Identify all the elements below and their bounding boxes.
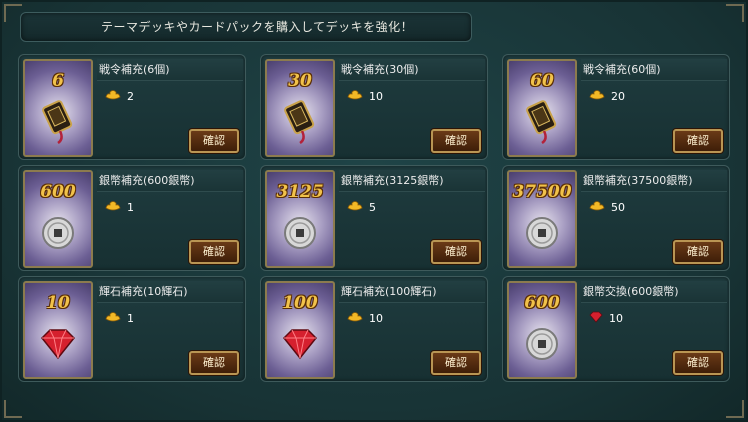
- item-thumbnail: 37500: [507, 170, 577, 268]
- item-thumbnail: 100: [265, 281, 335, 379]
- shop-item-card: 600 銀幣補充(600銀幣) 1 確認: [18, 165, 246, 271]
- item-price: 20: [589, 87, 625, 105]
- item-title: 銀幣補充(37500銀幣): [581, 170, 727, 192]
- shop-panel: テーマデッキやカードパックを購入してデッキを強化！ 6 戦令補充(6個) 2 確…: [0, 0, 748, 422]
- confirm-button[interactable]: 確認: [189, 240, 239, 264]
- item-quantity: 3125: [276, 182, 324, 202]
- confirm-button[interactable]: 確認: [189, 129, 239, 153]
- shop-item-card: 600 銀幣交換(600銀幣) 10 確認: [502, 276, 730, 382]
- shop-item-card: 100 輝石補充(100輝石) 10 確認: [260, 276, 488, 382]
- item-thumbnail: 600: [23, 170, 93, 268]
- item-title: 銀幣補充(600銀幣): [97, 170, 243, 192]
- item-title: 輝石補充(10輝石): [97, 281, 243, 303]
- confirm-button[interactable]: 確認: [431, 240, 481, 264]
- item-thumbnail: 3125: [265, 170, 335, 268]
- gold-ingot-icon: [347, 200, 363, 215]
- gold-ingot-icon: [105, 89, 121, 104]
- item-quantity: 37500: [512, 182, 572, 202]
- item-quantity: 100: [282, 293, 318, 313]
- item-quantity: 60: [530, 71, 554, 91]
- shop-item-card: 30 戦令補充(30個) 10 確認: [260, 54, 488, 160]
- red-gem-icon: [267, 317, 333, 371]
- item-price: 1: [105, 309, 134, 327]
- gold-ingot-icon: [589, 200, 605, 215]
- gold-ingot-icon: [347, 311, 363, 326]
- confirm-button[interactable]: 確認: [431, 129, 481, 153]
- item-quantity: 6: [52, 71, 64, 91]
- shop-item-card: 60 戦令補充(60個) 20 確認: [502, 54, 730, 160]
- shop-item-card: 3125 銀幣補充(3125銀幣) 5 確認: [260, 165, 488, 271]
- item-thumbnail: 60: [507, 59, 577, 157]
- price-value: 50: [611, 200, 625, 214]
- red-gem-icon: [25, 317, 91, 371]
- item-title: 輝石補充(100輝石): [339, 281, 485, 303]
- item-title: 戦令補充(30個): [339, 59, 485, 81]
- price-value: 1: [127, 311, 134, 325]
- gold-ingot-icon: [105, 200, 121, 215]
- confirm-button[interactable]: 確認: [189, 351, 239, 375]
- item-title: 銀幣補充(3125銀幣): [339, 170, 485, 192]
- item-title: 銀幣交換(600銀幣): [581, 281, 727, 303]
- item-quantity: 600: [40, 182, 76, 202]
- shop-item-card: 6 戦令補充(6個) 2 確認: [18, 54, 246, 160]
- price-value: 10: [369, 311, 383, 325]
- war-token-icon: [509, 95, 575, 149]
- gold-ingot-icon: [589, 89, 605, 104]
- shop-banner: テーマデッキやカードパックを購入してデッキを強化！: [20, 12, 472, 42]
- price-value: 2: [127, 89, 134, 103]
- item-title: 戦令補充(6個): [97, 59, 243, 81]
- confirm-button[interactable]: 確認: [673, 351, 723, 375]
- silver-coin-icon: [25, 206, 91, 260]
- price-value: 1: [127, 200, 134, 214]
- item-thumbnail: 6: [23, 59, 93, 157]
- confirm-button[interactable]: 確認: [431, 351, 481, 375]
- item-price: 1: [105, 198, 134, 216]
- item-quantity: 600: [524, 293, 560, 313]
- item-price: 10: [589, 309, 623, 327]
- price-value: 10: [369, 89, 383, 103]
- item-price: 10: [347, 309, 383, 327]
- frame-corner: [726, 4, 744, 22]
- price-value: 5: [369, 200, 376, 214]
- item-thumbnail: 600: [507, 281, 577, 379]
- war-token-icon: [267, 95, 333, 149]
- shop-item-card: 37500 銀幣補充(37500銀幣) 50 確認: [502, 165, 730, 271]
- price-value: 10: [609, 311, 623, 325]
- item-thumbnail: 30: [265, 59, 335, 157]
- item-price: 10: [347, 87, 383, 105]
- red-gem-icon: [589, 311, 603, 326]
- shop-item-card: 10 輝石補充(10輝石) 1 確認: [18, 276, 246, 382]
- gold-ingot-icon: [347, 89, 363, 104]
- item-price: 2: [105, 87, 134, 105]
- frame-corner: [726, 400, 744, 418]
- confirm-button[interactable]: 確認: [673, 129, 723, 153]
- item-quantity: 30: [288, 71, 312, 91]
- confirm-button[interactable]: 確認: [673, 240, 723, 264]
- silver-coin-icon: [509, 317, 575, 371]
- frame-corner: [4, 400, 22, 418]
- price-value: 20: [611, 89, 625, 103]
- item-price: 50: [589, 198, 625, 216]
- item-price: 5: [347, 198, 376, 216]
- item-quantity: 10: [46, 293, 70, 313]
- war-token-icon: [25, 95, 91, 149]
- silver-coin-icon: [267, 206, 333, 260]
- gold-ingot-icon: [105, 311, 121, 326]
- item-thumbnail: 10: [23, 281, 93, 379]
- item-title: 戦令補充(60個): [581, 59, 727, 81]
- silver-coin-icon: [509, 206, 575, 260]
